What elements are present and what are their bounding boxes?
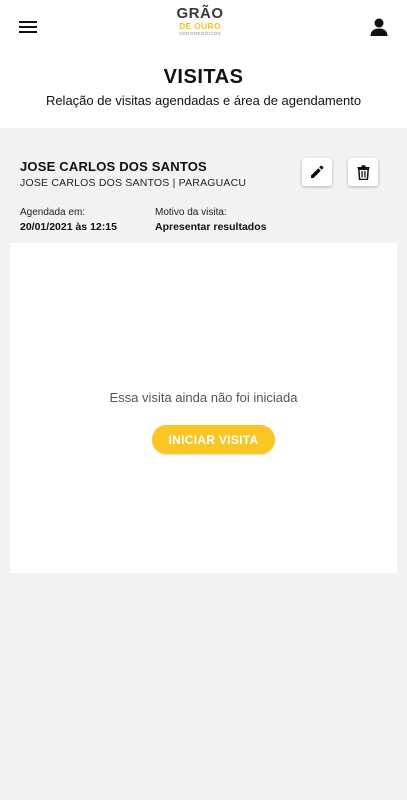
pencil-icon xyxy=(311,165,324,178)
edit-button[interactable] xyxy=(302,158,332,186)
start-visit-button[interactable]: INICIAR VISITA xyxy=(152,425,275,454)
logo-text-tagline: AGRONEGÓCIOS xyxy=(178,30,222,36)
profile-button[interactable] xyxy=(365,14,393,40)
menu-button[interactable] xyxy=(14,14,42,40)
person-icon xyxy=(370,18,388,36)
scheduled-value: 20/01/2021 às 12:15 xyxy=(20,221,117,233)
visit-client-details: JOSE CARLOS DOS SANTOS | PARAGUACU xyxy=(20,177,247,189)
reason-label: Motivo da visita: xyxy=(155,207,227,218)
visit-client-name: JOSE CARLOS DOS SANTOS xyxy=(20,159,207,174)
visit-status-panel xyxy=(10,243,397,573)
page-title: VISITAS xyxy=(163,66,244,88)
scheduled-label: Agendada em: xyxy=(20,207,86,218)
page-subtitle: Relação de visitas agendadas e área de a… xyxy=(45,93,362,108)
trash-icon xyxy=(357,164,369,180)
delete-button[interactable] xyxy=(348,158,378,186)
visit-status-message: Essa visita ainda não foi iniciada xyxy=(109,390,298,405)
menu-icon xyxy=(19,21,37,33)
logo-text-main: GRÃO xyxy=(176,5,224,22)
logo-text-secondary: DE OURO xyxy=(179,21,221,31)
reason-value: Apresentar resultados xyxy=(155,221,267,233)
brand-logo: GRÃO DE OURO AGRONEGÓCIOS xyxy=(170,6,230,42)
